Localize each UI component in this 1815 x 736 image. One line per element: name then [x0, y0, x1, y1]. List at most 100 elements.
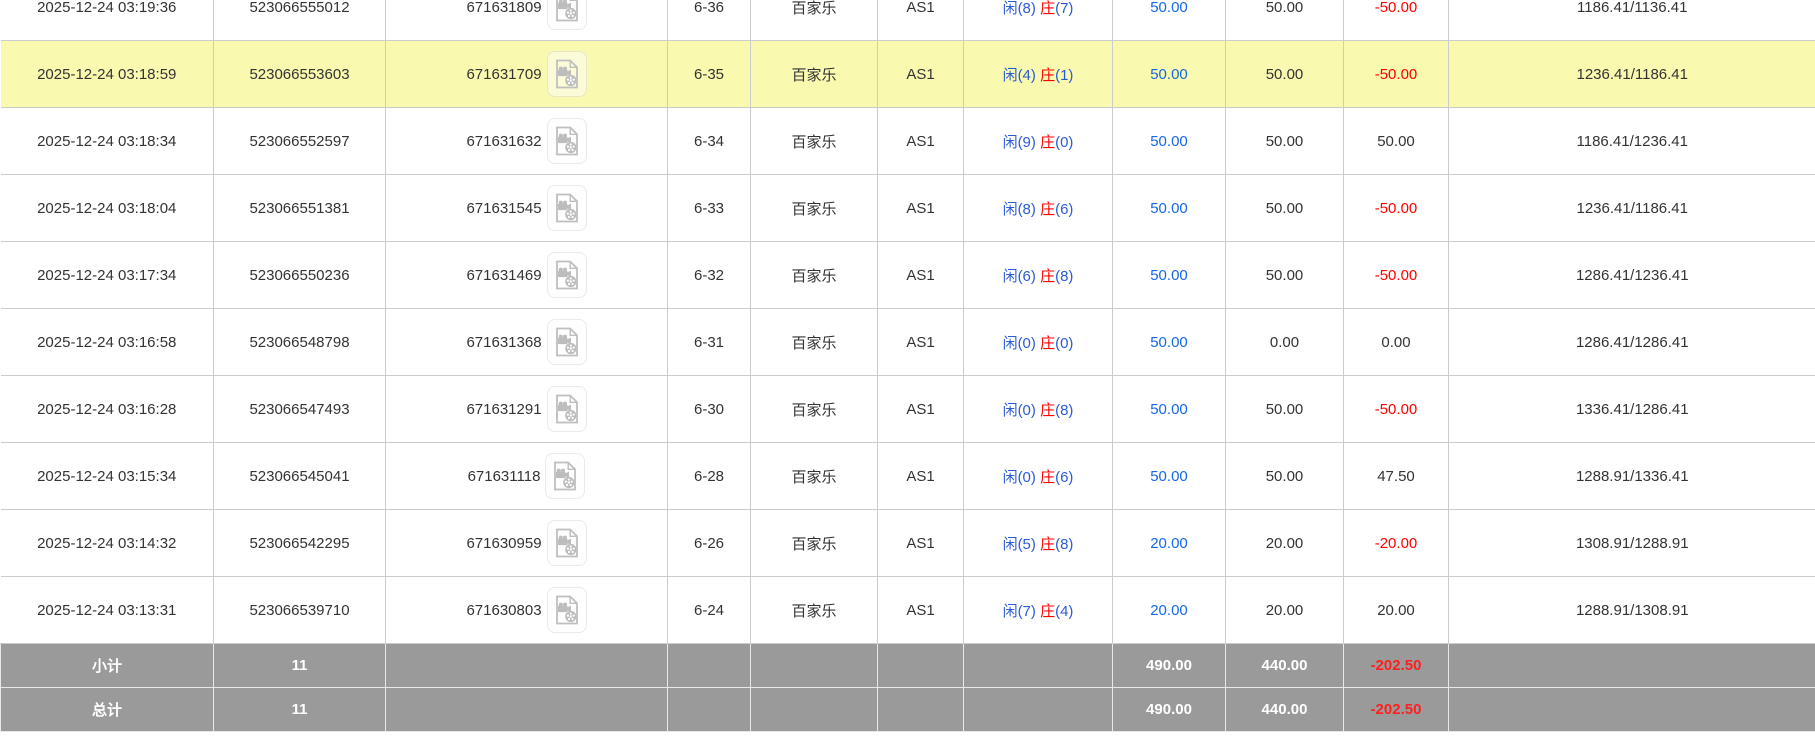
table-row[interactable]: 2025-12-24 03:16:28 523066547493 6716312…	[1, 376, 1815, 443]
video-replay-button[interactable]	[547, 118, 587, 164]
banker-label: 庄	[1040, 536, 1055, 553]
round-id: 671631469	[466, 267, 541, 284]
balance: 1186.41/1136.41	[1577, 0, 1687, 16]
video-replay-icon	[554, 126, 580, 156]
table-code: AS1	[906, 334, 934, 351]
table-row[interactable]: 2025-12-24 03:17:34 523066550236 6716314…	[1, 242, 1815, 309]
round-id: 671631709	[466, 66, 541, 83]
subtotal-valid: 440.00	[1262, 657, 1308, 674]
game-round: 6-33	[694, 200, 724, 217]
game-type: 百家乐	[791, 469, 836, 486]
bet-time: 2025-12-24 03:16:58	[37, 334, 176, 351]
table-row[interactable]: 2025-12-24 03:18:59 523066553603 6716317…	[1, 41, 1815, 108]
table-row[interactable]: 2025-12-24 03:19:36 523066555012 6716318…	[1, 0, 1815, 41]
total-winloss: -202.50	[1371, 701, 1422, 718]
round-id: 671631118	[468, 468, 541, 485]
video-replay-button[interactable]	[547, 185, 587, 231]
balance: 1186.41/1236.41	[1577, 133, 1689, 150]
game-type: 百家乐	[791, 0, 836, 17]
bet-id: 523066553603	[249, 66, 349, 83]
video-replay-button[interactable]	[547, 51, 587, 97]
video-replay-button[interactable]	[547, 319, 587, 365]
round-id-group: 671630803	[466, 587, 586, 633]
valid-amount: 50.00	[1266, 468, 1304, 485]
round-id-group: 671631632	[466, 118, 586, 164]
bet-amount-link[interactable]: 50.00	[1150, 66, 1188, 83]
win-loss: 0.00	[1381, 334, 1410, 351]
table-row[interactable]: 2025-12-24 03:14:32 523066542295 6716309…	[1, 510, 1815, 577]
banker-label: 庄	[1040, 402, 1055, 419]
video-replay-button[interactable]	[547, 386, 587, 432]
empty-cell	[964, 688, 1113, 732]
bet-id: 523066548798	[249, 334, 349, 351]
bet-amount-link[interactable]: 50.00	[1150, 401, 1188, 418]
table-code: AS1	[906, 133, 934, 150]
win-loss: 50.00	[1377, 133, 1415, 150]
table-code: AS1	[906, 200, 934, 217]
table-row[interactable]: 2025-12-24 03:13:31 523066539710 6716308…	[1, 577, 1815, 644]
empty-cell	[1449, 644, 1815, 688]
game-type: 百家乐	[791, 402, 836, 419]
table-row[interactable]: 2025-12-24 03:18:34 523066552597 6716316…	[1, 108, 1815, 175]
player-result: 闲(5)	[1003, 536, 1036, 553]
bet-id: 523066545041	[249, 468, 349, 485]
game-round: 6-36	[694, 0, 724, 16]
game-type: 百家乐	[791, 201, 836, 218]
round-id: 671630959	[466, 535, 541, 552]
valid-amount: 50.00	[1266, 200, 1304, 217]
table-row[interactable]: 2025-12-24 03:16:58 523066548798 6716313…	[1, 309, 1815, 376]
valid-amount: 50.00	[1266, 401, 1304, 418]
empty-cell	[386, 644, 668, 688]
table-code: AS1	[906, 401, 934, 418]
bet-amount-link[interactable]: 50.00	[1150, 468, 1188, 485]
valid-amount: 50.00	[1266, 267, 1304, 284]
round-id-group: 671631368	[466, 319, 586, 365]
video-replay-icon	[554, 327, 580, 357]
video-replay-button[interactable]	[547, 0, 587, 30]
empty-cell	[668, 688, 751, 732]
player-result: 闲(0)	[1003, 335, 1036, 352]
player-result: 闲(6)	[1003, 268, 1036, 285]
video-replay-button[interactable]	[547, 252, 587, 298]
banker-label: 庄	[1040, 469, 1055, 486]
banker-score: (6)	[1055, 469, 1073, 486]
bet-amount-link[interactable]: 50.00	[1150, 133, 1188, 150]
bet-id: 523066547493	[249, 401, 349, 418]
bet-amount-link[interactable]: 20.00	[1150, 602, 1188, 619]
subtotal-row: 小计 11 490.00 440.00 -202.50	[1, 644, 1815, 688]
banker-score: (1)	[1055, 67, 1073, 84]
valid-amount: 20.00	[1266, 602, 1304, 619]
round-id: 671631632	[466, 133, 541, 150]
banker-label: 庄	[1040, 134, 1055, 151]
player-result: 闲(0)	[1003, 469, 1036, 486]
table-row[interactable]: 2025-12-24 03:15:34 523066545041 6716311…	[1, 443, 1815, 510]
game-type: 百家乐	[791, 67, 836, 84]
game-type: 百家乐	[791, 603, 836, 620]
table-row[interactable]: 2025-12-24 03:18:04 523066551381 6716315…	[1, 175, 1815, 242]
bet-id: 523066555012	[249, 0, 349, 16]
bet-amount-link[interactable]: 20.00	[1150, 535, 1188, 552]
bet-amount-link[interactable]: 50.00	[1150, 334, 1188, 351]
video-replay-button[interactable]	[547, 587, 587, 633]
player-result: 闲(7)	[1003, 603, 1036, 620]
video-replay-icon	[554, 528, 580, 558]
bet-time: 2025-12-24 03:18:04	[37, 200, 176, 217]
table-code: AS1	[906, 468, 934, 485]
round-id-group: 671631709	[466, 51, 586, 97]
valid-amount: 20.00	[1266, 535, 1304, 552]
video-replay-button[interactable]	[545, 453, 585, 499]
video-replay-button[interactable]	[547, 520, 587, 566]
bet-history-table: 2025-12-24 03:19:36 523066555012 6716318…	[0, 0, 1815, 732]
table-code: AS1	[906, 267, 934, 284]
game-round: 6-34	[694, 133, 724, 150]
bet-amount-link[interactable]: 50.00	[1150, 0, 1188, 16]
total-bet: 490.00	[1146, 701, 1192, 718]
valid-amount: 0.00	[1270, 334, 1299, 351]
balance: 1236.41/1186.41	[1577, 200, 1689, 217]
bet-amount-link[interactable]: 50.00	[1150, 200, 1188, 217]
bet-amount-link[interactable]: 50.00	[1150, 267, 1188, 284]
win-loss: -50.00	[1375, 0, 1418, 16]
banker-label: 庄	[1040, 67, 1055, 84]
empty-cell	[964, 644, 1113, 688]
bet-time: 2025-12-24 03:16:28	[37, 401, 176, 418]
